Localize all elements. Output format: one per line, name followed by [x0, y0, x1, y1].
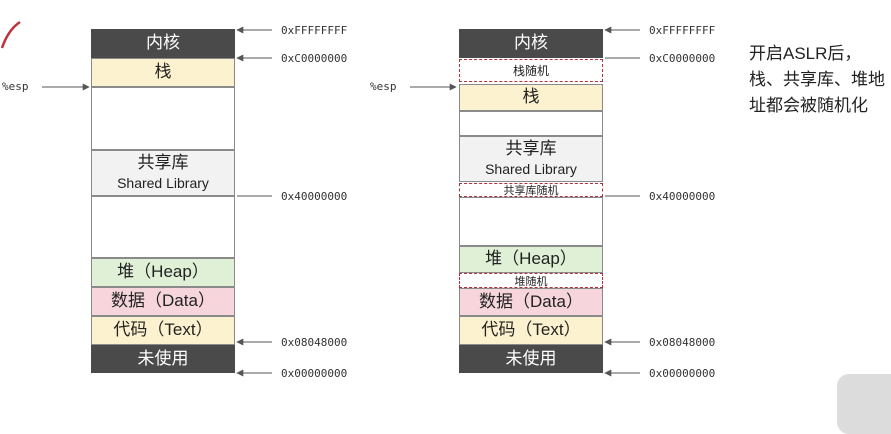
left-free-space-lower: [91, 196, 235, 258]
left-heap-label: 堆（Heap）: [117, 262, 209, 282]
aslr-note: 开启ASLR后，栈、共享库、堆地址都会被随机化: [749, 44, 885, 115]
right-heap-block: 堆（Heap）: [459, 246, 603, 273]
right-addr-top: 0xFFFFFFFF: [649, 24, 716, 37]
left-addr-kernel-base: 0xC0000000: [281, 52, 348, 65]
right-heap-random-label: 堆随机: [514, 275, 548, 288]
right-stack-block: 栈: [459, 84, 603, 111]
right-esp-label: %esp: [370, 80, 397, 93]
left-kernel-label: 内核: [146, 33, 180, 53]
left-unused-label: 未使用: [137, 348, 189, 368]
pen-mark: [0, 20, 21, 49]
right-text-block: 代码（Text）: [459, 316, 603, 345]
right-unused-block: 未使用: [459, 345, 603, 373]
right-unused-label: 未使用: [505, 348, 557, 368]
left-free-space-upper: [91, 87, 235, 150]
left-shared-library-block: 共享库 Shared Library: [91, 150, 235, 196]
left-stack-label: 栈: [154, 62, 172, 82]
left-unused-block: 未使用: [91, 345, 235, 373]
right-kernel-label: 内核: [514, 33, 548, 53]
right-free-space-lower: [459, 197, 603, 246]
right-free-space-upper: [459, 111, 603, 136]
left-data-block: 数据（Data）: [91, 287, 235, 316]
right-data-block: 数据（Data）: [459, 288, 603, 316]
left-esp-label: %esp: [2, 80, 29, 93]
right-shared-library-block: 共享库 Shared Library: [459, 136, 603, 182]
right-addr-kernel-base: 0xC0000000: [649, 52, 716, 65]
left-text-block: 代码（Text）: [91, 316, 235, 345]
left-heap-block: 堆（Heap）: [91, 258, 235, 287]
left-stack-block: 栈: [91, 58, 235, 87]
left-text-label: 代码（Text）: [113, 320, 213, 340]
right-shared-library-cn: 共享库: [505, 139, 557, 159]
left-addr-lib-base: 0x40000000: [281, 190, 348, 203]
left-data-label: 数据（Data）: [111, 291, 215, 311]
right-addr-lib-base: 0x40000000: [649, 190, 716, 203]
right-heap-random-region: 堆随机: [459, 273, 603, 288]
left-addr-text-base: 0x08048000: [281, 336, 348, 349]
right-heap-label: 堆（Heap）: [485, 249, 577, 269]
right-addr-zero: 0x00000000: [649, 367, 716, 380]
right-data-label: 数据（Data）: [479, 291, 583, 311]
right-text-label: 代码（Text）: [481, 320, 581, 340]
left-shared-library-en: Shared Library: [117, 175, 209, 192]
left-kernel-block: 内核: [91, 29, 235, 58]
right-kernel-block: 内核: [459, 29, 603, 58]
right-stack-random-region: 栈随机: [459, 59, 603, 82]
right-lib-random-region: 共享库随机: [459, 183, 603, 197]
left-addr-zero: 0x00000000: [281, 367, 348, 380]
right-stack-label: 栈: [522, 87, 540, 107]
right-lib-random-label: 共享库随机: [503, 185, 559, 197]
right-shared-library-en: Shared Library: [485, 161, 577, 178]
left-shared-library-cn: 共享库: [137, 153, 189, 173]
corner-widget[interactable]: [837, 374, 891, 434]
right-stack-random-label: 栈随机: [512, 64, 549, 78]
right-addr-text-base: 0x08048000: [649, 336, 716, 349]
left-addr-top: 0xFFFFFFFF: [281, 24, 348, 37]
